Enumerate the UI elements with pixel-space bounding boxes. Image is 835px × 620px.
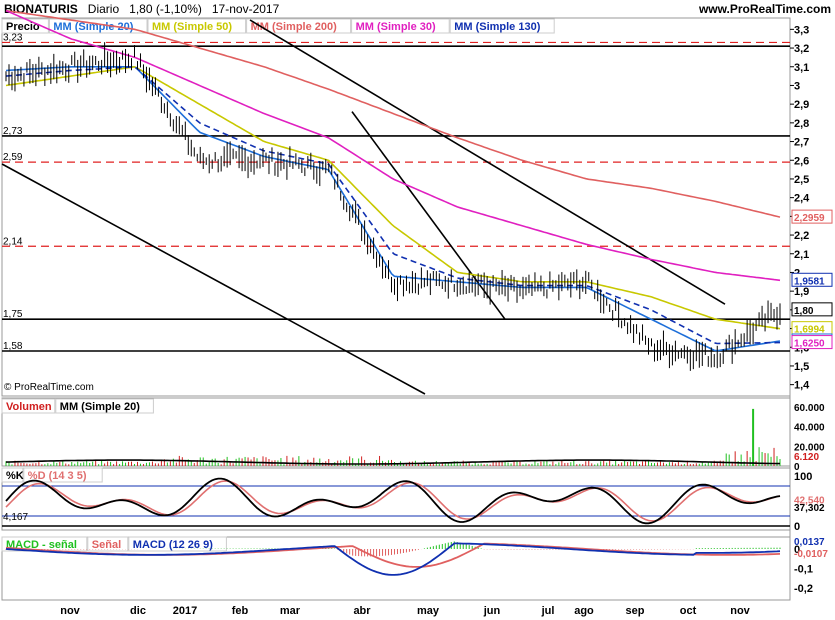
price-ytick-label-6: 2,7	[794, 137, 809, 149]
macd-ytick-1: -0,1	[794, 564, 813, 576]
price-ytick-label-7: 2,6	[794, 155, 809, 167]
x-axis-label-4: mar	[280, 605, 301, 617]
price-hline-label-5: 1,75	[3, 309, 23, 320]
macd-ytick-2: -0,2	[794, 583, 813, 595]
panel-frame-0	[1, 17, 791, 397]
price-right-label-5: 1,6250	[794, 339, 825, 350]
x-axis-label-6: may	[417, 605, 440, 617]
macd-right-label-0: 0,0137	[794, 537, 825, 548]
macd-right-label-1: -0,0107	[794, 549, 828, 560]
stoch-ytick-0: 100	[794, 471, 812, 483]
price-ytick-label-14: 1,9	[794, 286, 809, 298]
x-axis-label-8: jul	[541, 605, 555, 617]
price-hline-label-3: 2,59	[3, 152, 23, 163]
copyright-text: © ProRealTime.com	[4, 382, 94, 393]
price-legend-3: MM (Simple 200)	[251, 21, 338, 33]
price-ytick-label-9: 2,4	[794, 193, 810, 205]
price-legend-5: MM (Simple 130)	[454, 21, 541, 33]
volume-ytick-0: 60.000	[794, 403, 825, 414]
price-ytick-label-2: 3,1	[794, 62, 809, 74]
price-hline-label-2: 2,73	[3, 126, 23, 137]
price-ytick-label-19: 1,4	[794, 380, 810, 392]
price-right-label-0: 2,2959	[794, 213, 825, 224]
price-ytick-label-0: 3,3	[794, 24, 809, 36]
price-ytick-label-3: 3	[794, 80, 800, 92]
x-axis-label-2: 2017	[173, 605, 197, 617]
volume-legend-0: Volumen	[6, 401, 52, 413]
macd-legend-2: MACD (12 26 9)	[133, 539, 213, 551]
stoch-legend-0: %K	[6, 470, 24, 482]
price-right-label-2: 1,80	[794, 306, 814, 317]
price-ytick-label-8: 2,5	[794, 174, 809, 186]
price-ytick-label-18: 1,5	[794, 361, 809, 373]
x-axis-label-7: jun	[483, 605, 501, 617]
volume-legend-1: MM (Simple 20)	[60, 401, 140, 413]
price-right-label-1: 1,9581	[794, 276, 825, 287]
price-ytick-label-4: 2,9	[794, 99, 809, 111]
chart-svg: Precio MM (Simple 20) MM (Simple 50) MM (Si…	[1, 9, 833, 617]
x-axis-label-5: abr	[353, 605, 371, 617]
price-hline-label-6: 1,58	[3, 341, 23, 352]
price-ytick-label-5: 2,8	[794, 118, 809, 130]
stoch-ytick-1: 0	[794, 521, 800, 533]
stoch-right-label-1: 37,302	[794, 503, 825, 514]
price-hline-label-0: 3,23	[3, 32, 23, 43]
price-legend-2: MM (Simple 50)	[152, 21, 232, 33]
chart-root: BIONATURIS Diario 1,80 (-1,10%) 17-nov-2…	[0, 0, 835, 620]
volume-ytick-1: 40.000	[794, 423, 825, 434]
x-axis-label-3: feb	[232, 605, 249, 617]
x-axis-label-11: oct	[680, 605, 697, 617]
price-ytick-label-11: 2,2	[794, 230, 809, 242]
x-axis-label-12: nov	[730, 605, 750, 617]
price-ytick-label-1: 3,2	[794, 43, 809, 55]
price-hline-label-4: 2,14	[3, 236, 23, 247]
stoch-left-label: 4,167	[3, 512, 28, 523]
price-ytick-label-12: 2,1	[794, 249, 809, 261]
x-axis-label-9: ago	[574, 605, 594, 617]
x-axis-label-0: nov	[60, 605, 80, 617]
price-legend-4: MM (Simple 30)	[356, 21, 436, 33]
panel-frame-2	[1, 467, 791, 531]
x-axis-label-10: sep	[626, 605, 645, 617]
x-axis-label-1: dic	[130, 605, 146, 617]
volume-right-label-0: 6.120	[794, 452, 819, 463]
